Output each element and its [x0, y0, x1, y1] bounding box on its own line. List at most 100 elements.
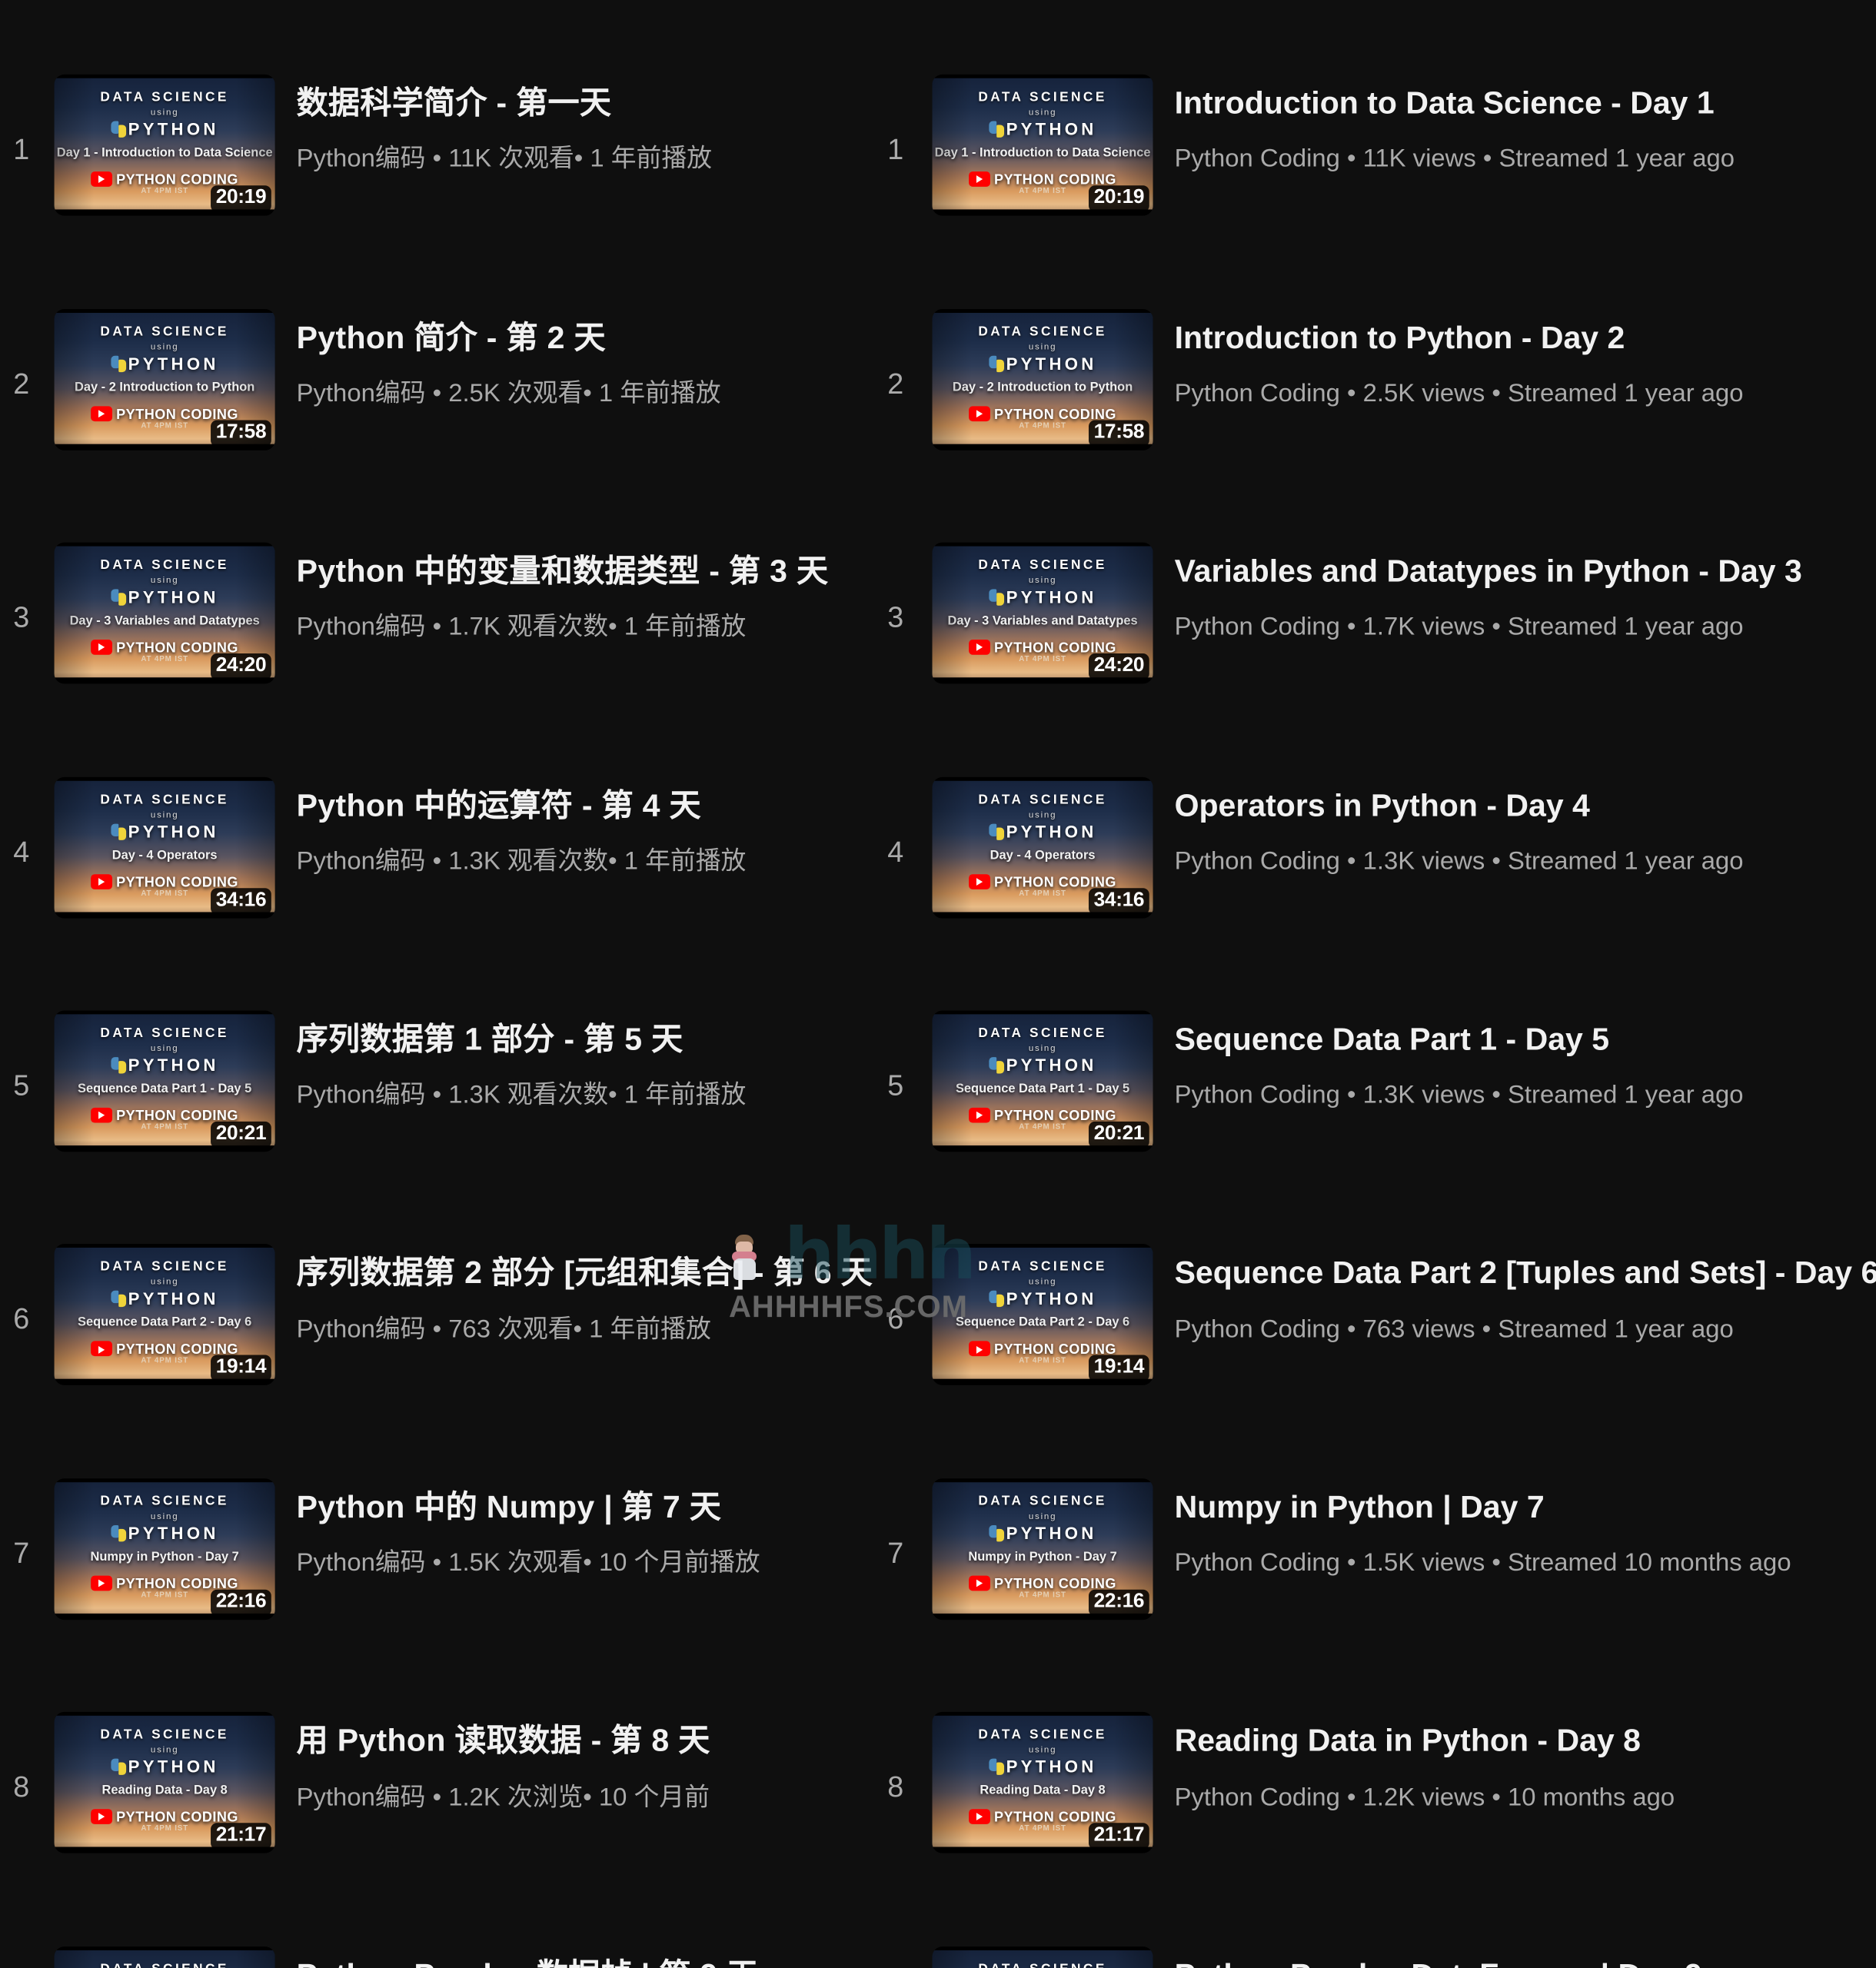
video-meta: Python Pandas DataFrames | Day 9Python C…: [1153, 1933, 1876, 1968]
video-meta: Sequence Data Part 2 [Tuples and Sets] -…: [1153, 1232, 1876, 1345]
video-thumbnail[interactable]: DATA SCIENCE using PYTHON Sequence Data Par…: [54, 1010, 275, 1152]
thumb-subheading: using: [1028, 1278, 1057, 1288]
playlist-row[interactable]: 5 DATA SCIENCE using PYTHON Sequence Data Pa…: [874, 998, 1876, 1200]
video-duration: 21:17: [211, 1823, 271, 1850]
thumb-heading: DATA SCIENCE: [100, 791, 229, 807]
video-meta: Numpy in Python | Day 7 Python Coding • 1…: [1153, 1466, 1876, 1580]
thumb-heading: DATA SCIENCE: [100, 324, 229, 339]
thumb-heading: DATA SCIENCE: [978, 89, 1107, 105]
video-thumbnail[interactable]: DATA SCIENCE using PYTHON Sequence Data Par…: [54, 1244, 275, 1386]
video-thumbnail[interactable]: DATA SCIENCE using PYTHON Sequence Data Par…: [932, 1244, 1153, 1386]
python-logo-icon: [988, 1759, 1005, 1776]
video-byline: Python Coding • 1.7K views • Streamed 1 …: [1174, 613, 1744, 642]
thumb-heading: DATA SCIENCE: [100, 557, 229, 573]
video-meta: Reading Data in Python - Day 8 Python Cod…: [1153, 1700, 1876, 1813]
playlist-row[interactable]: 8 DATA SCIENCE using PYTHON Reading Data - D…: [874, 1700, 1876, 1902]
video-title[interactable]: Introduction to Python - Day 2: [1175, 319, 1876, 358]
video-title[interactable]: Python Pandas DataFrames | Day 9: [1175, 1956, 1876, 1968]
video-thumbnail[interactable]: DATA SCIENCE using PYTHON Day - 3 Variables…: [54, 542, 275, 684]
video-byline: Python Coding • 763 views • Streamed 1 y…: [1174, 1315, 1734, 1344]
row-index: 3: [887, 600, 904, 633]
video-meta: Variables and Datatypes in Python - Day …: [1153, 530, 1876, 643]
thumb-subheading: using: [150, 1044, 179, 1054]
thumb-subheading: using: [1028, 108, 1057, 118]
youtube-play-icon: [969, 1107, 991, 1123]
python-logo-icon: [110, 1057, 127, 1074]
video-byline: Python Coding • 1.3K views • Streamed 1 …: [1174, 847, 1744, 876]
thumb-caption: Day - 2 Introduction to Python: [952, 381, 1133, 395]
playlist-row[interactable]: 7 DATA SCIENCE using PYTHON Numpy in Python …: [874, 1466, 1876, 1668]
video-thumbnail[interactable]: DATA SCIENCEusingPYTHONPython DataFrames…: [54, 1946, 275, 1968]
thumb-subheading: using: [150, 1278, 179, 1288]
thumb-subheading: using: [1028, 1044, 1057, 1054]
thumb-subheading: using: [150, 810, 179, 819]
video-title[interactable]: Numpy in Python | Day 7: [1175, 1488, 1876, 1528]
video-title[interactable]: Sequence Data Part 1 - Day 5: [1175, 1021, 1876, 1060]
thumb-caption: Day - 2 Introduction to Python: [75, 381, 255, 395]
video-byline: Python Coding • 1.2K views • 10 months a…: [1174, 1783, 1675, 1811]
row-index: 6: [13, 1302, 30, 1335]
thumb-heading: DATA SCIENCE: [100, 1727, 229, 1743]
video-thumbnail[interactable]: DATA SCIENCE using PYTHON Day - 4 Operators…: [54, 776, 275, 918]
thumb-heading: DATA SCIENCE: [978, 557, 1107, 573]
thumb-python-wordmark: PYTHON: [55, 1757, 275, 1777]
playlist-row[interactable]: 6 DATA SCIENCE using PYTHON Sequence Data Pa…: [874, 1232, 1876, 1434]
video-thumbnail[interactable]: DATA SCIENCE using PYTHON Day - 2 Introduct…: [932, 308, 1153, 450]
thumb-heading: DATA SCIENCE: [978, 1259, 1107, 1275]
thumb-subheading: using: [150, 577, 179, 586]
thumb-python-wordmark: PYTHON: [55, 1055, 275, 1075]
python-logo-icon: [988, 355, 1005, 372]
video-title[interactable]: Operators in Python - Day 4: [1175, 786, 1876, 826]
thumb-python-wordmark: PYTHON: [932, 1757, 1153, 1777]
youtube-play-icon: [91, 1809, 113, 1825]
video-title[interactable]: Sequence Data Part 2 [Tuples and Sets] -…: [1175, 1255, 1876, 1294]
thumb-caption: Numpy in Python - Day 7: [968, 1550, 1117, 1564]
playlist-row[interactable]: 1 DATA SCIENCE using PYTHON Day 1 - Introduc…: [874, 62, 1876, 264]
video-thumbnail[interactable]: DATA SCIENCEusingPYTHONPython DataFrames…: [932, 1946, 1153, 1968]
thumb-subheading: using: [1028, 342, 1057, 352]
playlist-row[interactable]: 9 DATA SCIENCEusingPYTHONPython DataFrame…: [874, 1933, 1876, 1968]
video-thumbnail[interactable]: DATA SCIENCE using PYTHON Reading Data - Da…: [54, 1712, 275, 1854]
python-logo-icon: [988, 1057, 1005, 1074]
video-thumbnail[interactable]: DATA SCIENCE using PYTHON Numpy in Python -…: [54, 1478, 275, 1620]
video-duration: 17:58: [1089, 419, 1149, 447]
playlist-row[interactable]: 2 DATA SCIENCE using PYTHON Day - 2 Introduc…: [874, 296, 1876, 498]
video-title[interactable]: Variables and Datatypes in Python - Day …: [1175, 553, 1876, 592]
video-thumbnail[interactable]: DATA SCIENCE using PYTHON Day 1 - Introduct…: [932, 75, 1153, 216]
row-index: 1: [13, 132, 30, 166]
row-index: 7: [13, 1536, 30, 1570]
thumbnail-artwork: DATA SCIENCEusingPYTHONPython DataFrames…: [54, 1950, 275, 1968]
thumb-subheading: using: [1028, 810, 1057, 819]
python-logo-icon: [988, 1291, 1005, 1308]
video-duration: 22:16: [211, 1589, 271, 1616]
playlist-panel-english: 1 DATA SCIENCE using PYTHON Day 1 - Introduc…: [874, 0, 1876, 1968]
thumb-subheading: using: [1028, 1512, 1057, 1521]
thumb-subheading: using: [1028, 1746, 1057, 1756]
video-thumbnail[interactable]: DATA SCIENCE using PYTHON Numpy in Python -…: [932, 1478, 1153, 1620]
thumb-heading: DATA SCIENCE: [978, 1727, 1107, 1743]
thumb-caption: Sequence Data Part 1 - Day 5: [955, 1082, 1130, 1096]
row-index: 5: [13, 1068, 30, 1102]
video-duration: 24:20: [1089, 653, 1149, 680]
youtube-play-icon: [969, 1809, 991, 1825]
video-thumbnail[interactable]: DATA SCIENCE using PYTHON Sequence Data Par…: [932, 1010, 1153, 1152]
thumb-python-wordmark: PYTHON: [932, 1524, 1153, 1543]
video-thumbnail[interactable]: DATA SCIENCE using PYTHON Day 1 - Introduct…: [54, 75, 275, 216]
video-thumbnail[interactable]: DATA SCIENCE using PYTHON Day - 3 Variables…: [932, 542, 1153, 684]
youtube-play-icon: [969, 640, 991, 655]
row-index: 8: [13, 1770, 30, 1803]
video-duration: 22:16: [1089, 1589, 1149, 1616]
thumb-heading: DATA SCIENCE: [978, 1026, 1107, 1041]
thumb-python-wordmark: PYTHON: [55, 120, 275, 139]
video-title[interactable]: Reading Data in Python - Day 8: [1175, 1722, 1876, 1761]
video-thumbnail[interactable]: DATA SCIENCE using PYTHON Day - 2 Introduct…: [54, 308, 275, 450]
thumb-heading: DATA SCIENCE: [932, 1961, 1153, 1968]
video-thumbnail[interactable]: DATA SCIENCE using PYTHON Day - 4 Operators…: [932, 776, 1153, 918]
thumb-python-wordmark: PYTHON: [932, 588, 1153, 607]
video-thumbnail[interactable]: DATA SCIENCE using PYTHON Reading Data - Da…: [932, 1712, 1153, 1854]
video-title[interactable]: Introduction to Data Science - Day 1: [1175, 85, 1876, 124]
thumb-heading: DATA SCIENCE: [100, 89, 229, 105]
playlist-row[interactable]: 4 DATA SCIENCE using PYTHON Day - 4 Operator…: [874, 764, 1876, 966]
video-duration: 19:14: [1089, 1355, 1149, 1382]
playlist-row[interactable]: 3 DATA SCIENCE using PYTHON Day - 3 Variable…: [874, 530, 1876, 732]
